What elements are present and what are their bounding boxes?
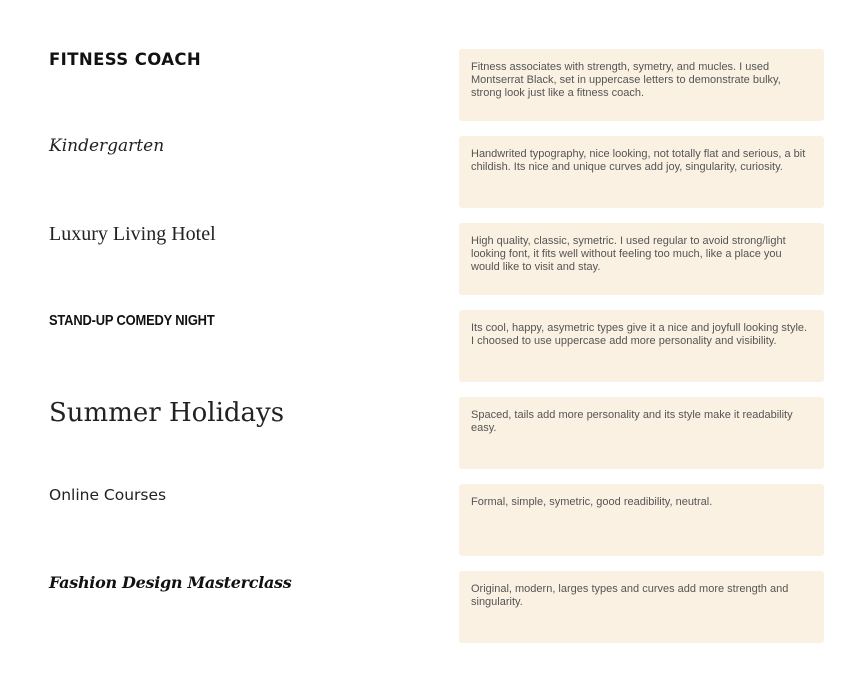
sample-row-fashion-design: Fashion Design Masterclass Original, mod… [0, 571, 867, 643]
sample-description: Handwrited typography, nice looking, not… [471, 148, 806, 173]
sample-title: Fashion Design Masterclass [49, 573, 292, 592]
sample-row-online-courses: Online Courses Formal, simple, symetric,… [0, 484, 867, 556]
sample-row-stand-up-comedy: STAND-UP COMEDY NIGHT Its cool, happy, a… [0, 310, 867, 382]
sample-title: Luxury Living Hotel [49, 223, 216, 245]
sample-row-kindergarten: Kindergarten Handwrited typography, nice… [0, 136, 867, 208]
sample-row-summer-holidays: Summer Holidays Spaced, tails add more p… [0, 397, 867, 469]
sample-description-card: Spaced, tails add more personality and i… [459, 397, 824, 469]
sample-title: FITNESS COACH [49, 50, 202, 69]
sample-description: Its cool, happy, asymetric types give it… [471, 322, 808, 347]
sample-description: High quality, classic, symetric. I used … [471, 235, 786, 273]
sample-description-card: Original, modern, larges types and curve… [459, 571, 824, 643]
sample-title: Summer Holidays [49, 398, 285, 428]
sample-title: STAND-UP COMEDY NIGHT [49, 312, 215, 329]
sample-description-card: Its cool, happy, asymetric types give it… [459, 310, 824, 382]
sample-description-card: High quality, classic, symetric. I used … [459, 223, 824, 295]
sample-title: Online Courses [49, 486, 167, 504]
sample-description-card: Fitness associates with strength, symetr… [459, 49, 824, 121]
sample-description: Original, modern, larges types and curve… [471, 583, 789, 608]
sample-row-fitness-coach: FITNESS COACH Fitness associates with st… [0, 49, 867, 121]
sample-description: Spaced, tails add more personality and i… [471, 409, 793, 434]
sample-description: Fitness associates with strength, symetr… [471, 61, 781, 99]
sample-title: Kindergarten [49, 136, 165, 156]
sample-description: Formal, simple, symetric, good readibili… [471, 496, 713, 508]
sample-row-luxury-living-hotel: Luxury Living Hotel High quality, classi… [0, 223, 867, 295]
sample-description-card: Formal, simple, symetric, good readibili… [459, 484, 824, 556]
sample-description-card: Handwrited typography, nice looking, not… [459, 136, 824, 208]
